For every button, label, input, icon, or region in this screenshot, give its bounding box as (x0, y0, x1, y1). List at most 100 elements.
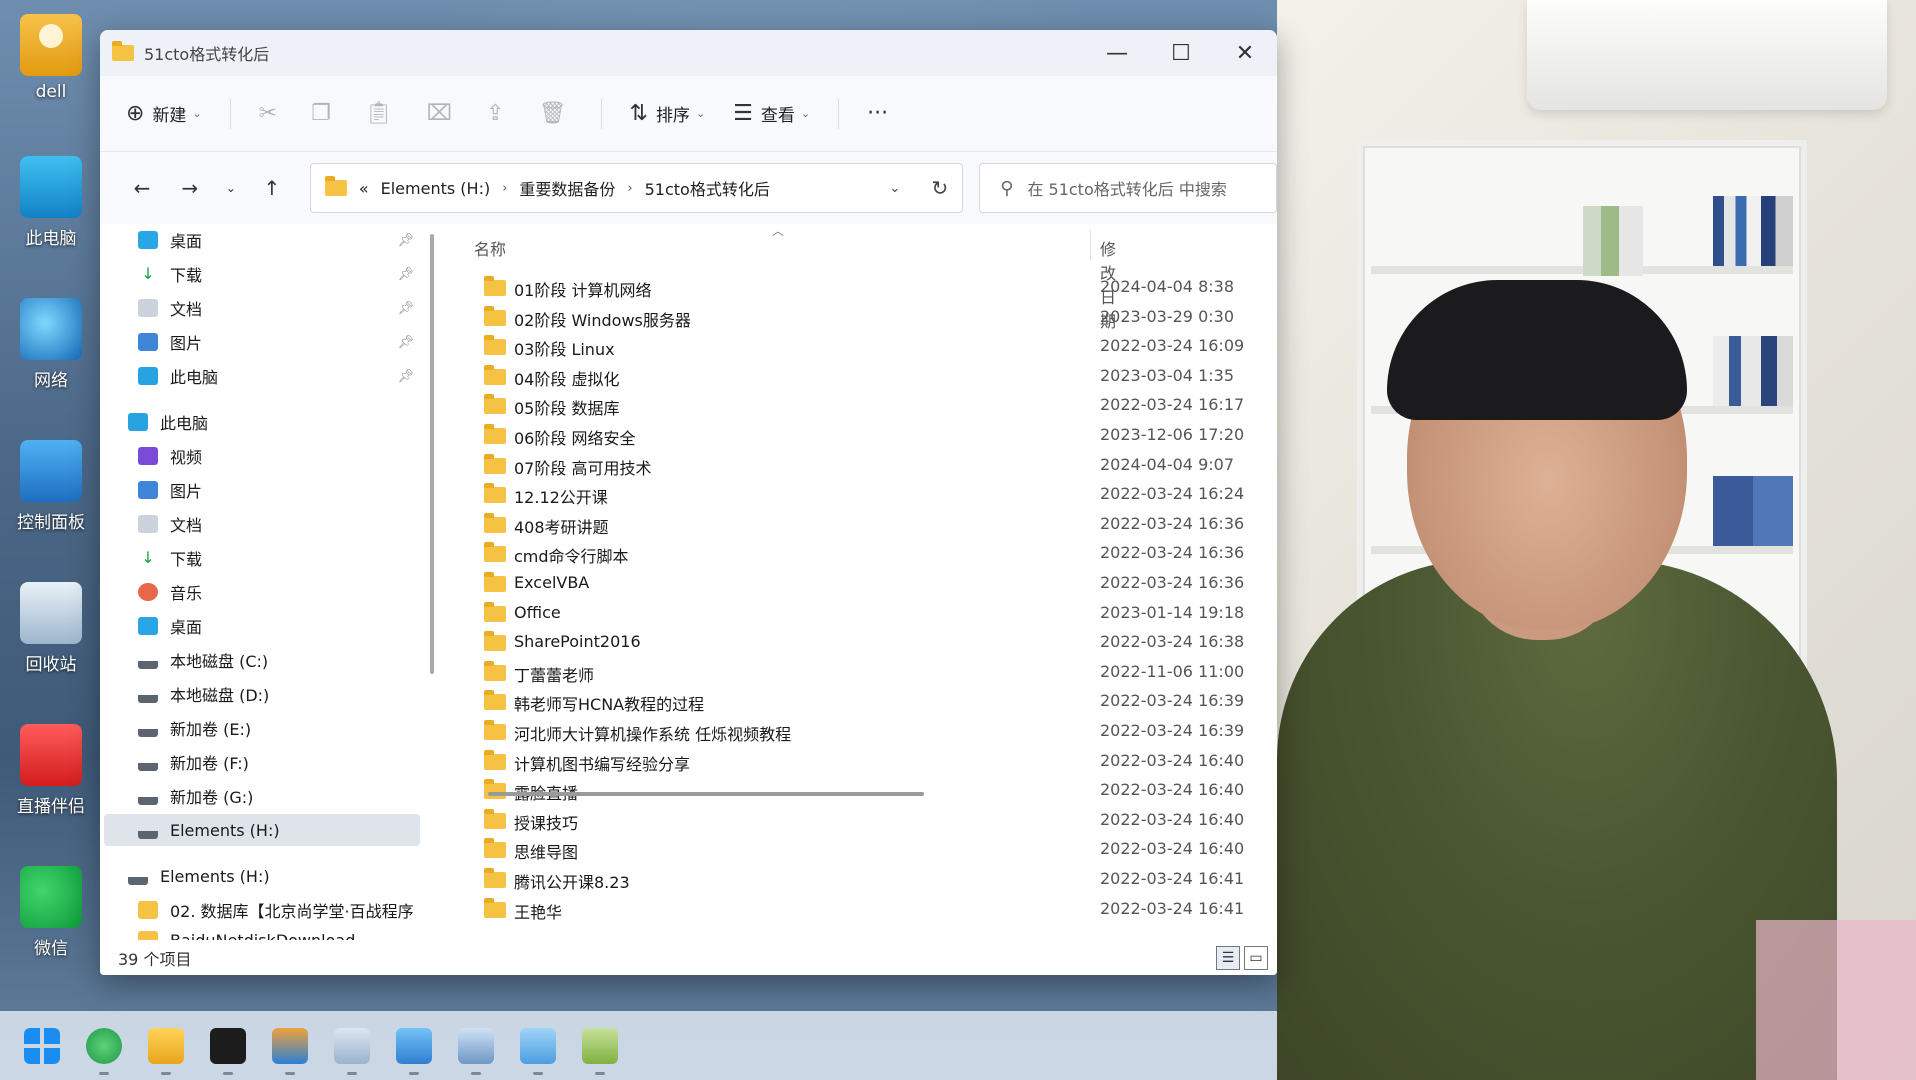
table-row[interactable]: 05阶段 数据库 2022-03-24 16:17 (100, 390, 1244, 420)
network-icon (20, 298, 82, 360)
table-row[interactable]: 韩老师写HCNA教程的过程 2022-03-24 16:39 (100, 686, 1244, 716)
start-icon[interactable] (24, 1027, 60, 1064)
notepad-icon[interactable] (520, 1027, 556, 1075)
address-history-chevron-icon[interactable]: ⌄ (889, 181, 900, 196)
folder-icon (484, 453, 506, 474)
folder-icon (484, 483, 506, 504)
breadcrumb-item[interactable]: 51cto格式转化后 (645, 176, 770, 200)
desktop-icon-label: 回收站 (25, 655, 77, 675)
table-row[interactable]: ExcelVBA 2022-03-24 16:36 (100, 568, 1244, 598)
table-row[interactable]: 06阶段 网络安全 2023-12-06 17:20 (100, 420, 1244, 450)
address-bar[interactable]: « Elements (H:) › 重要数据备份 › 51cto格式转化后 ⌄ … (309, 163, 964, 213)
file-name: 思维导图 (514, 843, 579, 863)
folder-icon (324, 176, 347, 196)
remote-desktop-icon[interactable] (458, 1027, 494, 1075)
recent-locations-chevron-icon[interactable]: ⌄ (214, 181, 248, 195)
sort-ascending-icon: ︿ (772, 224, 785, 238)
file-name: SharePoint2016 (514, 632, 641, 652)
folder-icon (484, 660, 506, 681)
table-row[interactable]: 思维导图 2022-03-24 16:40 (100, 834, 1244, 864)
search-input[interactable]: 在 51cto格式转化后 中搜索 (1027, 176, 1226, 200)
copy-icon[interactable]: ❐ (311, 101, 331, 126)
table-row[interactable]: 授课技巧 2022-03-24 16:40 (100, 805, 1244, 835)
minimize-button[interactable]: — (1085, 30, 1149, 76)
desktop-icon-dell[interactable]: dell (10, 14, 92, 102)
breadcrumb-item[interactable]: 重要数据备份 (519, 176, 615, 200)
table-row[interactable]: 王艳华 2022-03-24 16:41 (100, 894, 1244, 924)
desktop-icon-recycle-bin[interactable]: 回收站 (10, 582, 92, 675)
folder-icon (484, 335, 506, 356)
breadcrumb-item[interactable]: Elements (H:) (381, 179, 491, 198)
close-button[interactable]: ✕ (1213, 30, 1277, 76)
navigation-bar: ← → ⌄ ↑ « Elements (H:) › 重要数据备份 › 51cto… (100, 152, 1277, 224)
window-title: 51cto格式转化后 (144, 45, 270, 64)
table-row[interactable]: 丁蕾蕾老师 2022-11-06 11:00 (100, 657, 1244, 687)
table-row[interactable]: 12.12公开课 2022-03-24 16:24 (100, 479, 1244, 509)
folder-app-icon[interactable] (582, 1027, 618, 1075)
file-name: 授课技巧 (514, 813, 579, 833)
table-row[interactable]: 07阶段 高可用技术 2024-04-04 9:07 (100, 450, 1234, 480)
table-row[interactable]: Office 2023-01-14 19:18 (100, 598, 1244, 628)
file-name: 12.12公开课 (514, 488, 608, 508)
table-row[interactable]: 腾讯公开课8.23 2022-03-24 16:41 (100, 864, 1244, 894)
new-button[interactable]: ⊕ 新建 ⌄ (126, 101, 202, 126)
desktop-icon-label: 微信 (34, 939, 68, 959)
desktop-icon-this-pc[interactable]: 此电脑 (10, 156, 92, 249)
title-bar[interactable]: 51cto格式转化后 — ☐ ✕ (100, 30, 1277, 76)
view-button[interactable]: ☰ 查看 ⌄ (733, 101, 810, 126)
desktop-icon-control-panel[interactable]: 控制面板 (10, 440, 92, 533)
breadcrumb-chevron-icon[interactable]: › (502, 181, 507, 196)
cut-icon[interactable]: ✂ (259, 101, 277, 126)
sort-button[interactable]: ⇅ 排序 ⌄ (630, 101, 706, 126)
folder-icon (484, 601, 506, 622)
table-row[interactable]: 露脸直播2022-03-24 16:40 (100, 775, 1244, 805)
column-divider[interactable] (1090, 230, 1091, 260)
file-list-horizontal-scrollbar[interactable] (488, 792, 924, 796)
file-name: 06阶段 网络安全 (514, 429, 636, 448)
delete-icon[interactable]: 🗑︎ (539, 101, 567, 126)
item-count: 39 个项目 (118, 949, 192, 969)
control-panel-taskbar-icon[interactable] (396, 1027, 432, 1075)
table-row[interactable]: 03阶段 Linux 2022-03-24 16:09 (100, 331, 1244, 361)
paste-icon[interactable]: 📋︎ (365, 101, 393, 126)
share-icon[interactable]: ⇪ (486, 101, 504, 126)
table-row[interactable]: SharePoint2016 2022-03-24 16:38 (100, 627, 1244, 657)
floor-mat-image (1756, 920, 1916, 1080)
vmware-icon[interactable] (272, 1027, 308, 1075)
table-row[interactable]: 计算机图书编写经验分享 2022-03-24 16:40 (100, 746, 1244, 776)
large-icons-view-icon[interactable]: ▭ (1244, 946, 1268, 970)
forward-arrow-icon[interactable]: → (166, 176, 214, 200)
more-options-button[interactable]: ··· (867, 101, 896, 126)
desktop-icon-live-companion[interactable]: 直播伴侣 (10, 724, 92, 817)
desktop-icon-network[interactable]: 网络 (10, 298, 92, 391)
up-arrow-icon[interactable]: ↑ (248, 176, 296, 200)
table-row[interactable]: cmd命令行脚本 2022-03-24 16:36 (100, 538, 1244, 568)
table-row[interactable]: 河北师大计算机操作系统 任烁视频教程 2022-03-24 16:39 (100, 716, 1244, 746)
column-header-name[interactable]: 名称 (474, 236, 506, 260)
table-row[interactable]: 01阶段 计算机网络 2024-04-04 8:38 (100, 272, 1234, 302)
rename-icon[interactable]: ⌧ (427, 101, 452, 126)
table-row[interactable]: 02阶段 Windows服务器 2023-03-29 0:30 (100, 302, 1234, 332)
desktop-icon-label: 直播伴侣 (17, 797, 85, 817)
terminal-icon[interactable] (210, 1027, 246, 1075)
desktop-icon-wechat[interactable]: 微信 (10, 866, 92, 959)
table-row[interactable]: 04阶段 虚拟化 2023-03-04 1:35 (100, 361, 1234, 391)
file-name: 丁蕾蕾老师 (514, 665, 595, 685)
table-row[interactable]: 408考研讲题 2022-03-24 16:36 (100, 509, 1244, 539)
nav-item-folder[interactable]: BaiduNetdiskDownload (100, 924, 430, 940)
computer-icon (20, 156, 82, 218)
file-explorer-icon[interactable] (148, 1027, 184, 1075)
breadcrumb-chevron-icon[interactable]: › (627, 181, 632, 196)
desktop-icon-label: 控制面板 (17, 513, 85, 533)
refresh-icon[interactable]: ↻ (931, 176, 948, 200)
app-window-icon[interactable] (334, 1027, 370, 1075)
chevron-down-icon: ⌄ (192, 107, 202, 120)
edge-browser-icon[interactable] (86, 1027, 122, 1075)
search-box[interactable]: ⚲ 在 51cto格式转化后 中搜索 (979, 163, 1277, 213)
folder-icon (484, 631, 506, 652)
desktop-icon-label: 网络 (34, 371, 68, 391)
details-view-icon[interactable]: ☰ (1216, 946, 1240, 970)
breadcrumb-overflow[interactable]: « (359, 179, 369, 198)
back-arrow-icon[interactable]: ← (118, 176, 166, 200)
maximize-button[interactable]: ☐ (1149, 30, 1213, 76)
